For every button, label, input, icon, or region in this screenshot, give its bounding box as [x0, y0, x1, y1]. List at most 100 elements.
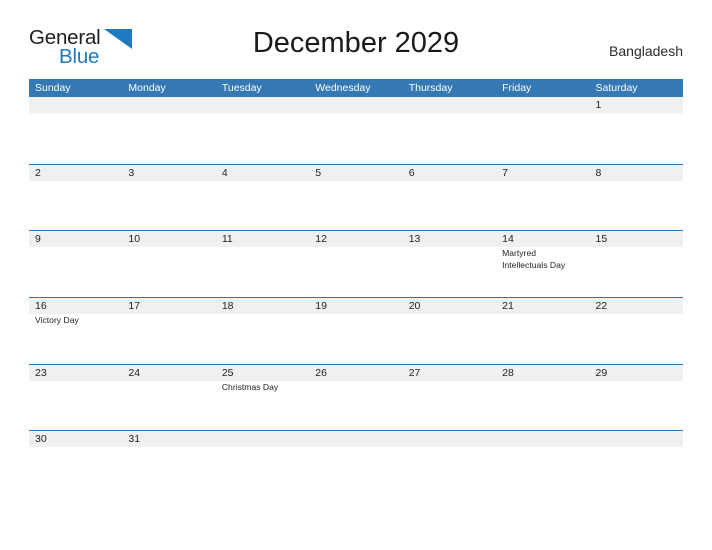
calendar-day-cell[interactable] — [122, 97, 215, 164]
day-number: 9 — [35, 233, 41, 246]
calendar-day-cell[interactable] — [216, 431, 309, 497]
calendar-week-row: 9 10 11 12 13 14 Martyred Intellectuals Day 15 — [29, 230, 683, 297]
calendar-day-cell[interactable]: 21 — [496, 298, 589, 364]
calendar-day-cell[interactable]: 1 — [590, 97, 683, 164]
calendar-day-cell[interactable]: 10 — [122, 231, 215, 297]
day-events — [315, 181, 402, 182]
day-number: 22 — [595, 300, 608, 313]
calendar-day-cell[interactable]: 31 — [122, 431, 215, 497]
day-number: 11 — [221, 233, 233, 246]
calendar-day-cell[interactable]: 6 — [403, 165, 496, 231]
calendar-week-row: 16 Victory Day 17 18 19 20 21 22 — [29, 297, 683, 364]
calendar-day-cell[interactable]: 17 — [122, 298, 215, 364]
calendar-day-cell[interactable]: 19 — [309, 298, 402, 364]
calendar-day-cell[interactable]: 3 — [122, 165, 215, 231]
calendar-day-cell[interactable]: 30 — [29, 431, 122, 497]
calendar-day-cell[interactable] — [216, 97, 309, 164]
calendar-day-cell[interactable]: 28 — [496, 365, 589, 431]
calendar-week-cells: 23 24 25 Christmas Day 26 27 28 29 — [29, 365, 683, 431]
calendar-day-cell[interactable] — [403, 431, 496, 497]
day-number: 14 — [502, 233, 514, 246]
calendar-day-cell[interactable] — [309, 97, 402, 164]
calendar-weeks: 1 2 3 4 5 6 7 8 9 10 11 12 13 14 Martyred Intellectual… — [29, 97, 683, 497]
day-number: 28 — [502, 366, 514, 379]
calendar-day-cell[interactable]: 5 — [309, 165, 402, 231]
calendar-day-cell[interactable]: 7 — [496, 165, 589, 231]
day-events — [222, 247, 309, 248]
day-events — [35, 447, 122, 448]
calendar-day-cell[interactable] — [590, 431, 683, 497]
day-events: Christmas Day — [222, 381, 309, 393]
day-events — [596, 247, 683, 248]
calendar-day-cell[interactable]: 11 — [216, 231, 309, 297]
day-events — [35, 97, 122, 98]
calendar-day-cell[interactable]: 12 — [309, 231, 402, 297]
day-events — [409, 381, 496, 382]
day-number: 27 — [408, 366, 421, 379]
day-number: 19 — [315, 300, 327, 313]
day-events — [128, 447, 215, 448]
calendar-day-cell[interactable]: 18 — [216, 298, 309, 364]
calendar-day-cell[interactable]: 24 — [122, 365, 215, 431]
day-events — [502, 431, 589, 432]
calendar-day-cell[interactable]: 16 Victory Day — [29, 298, 122, 364]
calendar-day-cell[interactable] — [403, 97, 496, 164]
calendar-week-row: 2 3 4 5 6 7 8 — [29, 163, 683, 231]
day-events — [315, 247, 402, 248]
calendar-week-cells: 2 3 4 5 6 7 8 — [29, 165, 683, 231]
calendar-day-cell[interactable]: 27 — [403, 365, 496, 431]
calendar-week-cells: 1 — [29, 97, 683, 164]
calendar-day-cell[interactable]: 22 — [590, 298, 683, 364]
calendar-day-cell[interactable]: 15 — [590, 231, 683, 297]
day-events — [222, 431, 309, 432]
day-number: 15 — [595, 233, 608, 246]
calendar-day-cell[interactable]: 4 — [216, 165, 309, 231]
calendar-grid: Sunday Monday Tuesday Wednesday Thursday… — [29, 79, 683, 497]
calendar-day-cell[interactable]: 25 Christmas Day — [216, 365, 309, 431]
holiday-event-label: Victory Day — [35, 315, 79, 326]
day-number: 16 — [35, 300, 47, 313]
day-events — [35, 247, 122, 248]
calendar-week-row: 1 — [29, 97, 683, 164]
day-number: 5 — [315, 166, 322, 179]
day-number: 7 — [502, 166, 508, 179]
page-title: December 2029 — [252, 27, 460, 59]
calendar-day-cell[interactable]: 8 — [590, 165, 683, 231]
day-events — [596, 181, 683, 182]
calendar-day-cell[interactable] — [496, 97, 589, 164]
weekday-header-row: Sunday Monday Tuesday Wednesday Thursday… — [29, 79, 683, 97]
calendar-day-cell[interactable]: 14 Martyred Intellectuals Day — [496, 231, 589, 297]
calendar-day-cell[interactable]: 26 — [309, 365, 402, 431]
day-events — [315, 314, 402, 315]
day-number: 13 — [408, 233, 421, 246]
calendar-week-cells: 16 Victory Day 17 18 19 20 21 22 — [29, 298, 683, 364]
day-events — [502, 181, 589, 182]
calendar-day-cell[interactable] — [496, 431, 589, 497]
calendar-day-cell[interactable]: 29 — [590, 365, 683, 431]
day-number: 23 — [35, 366, 47, 379]
holiday-event-label: Christmas Day — [221, 381, 279, 392]
calendar-day-cell[interactable]: 20 — [403, 298, 496, 364]
day-number: 24 — [128, 366, 141, 379]
calendar-week-row: 23 24 25 Christmas Day 26 27 28 29 — [29, 363, 683, 431]
day-number: 29 — [595, 366, 608, 379]
day-events — [128, 381, 215, 382]
day-number: 30 — [35, 433, 47, 446]
day-events — [596, 431, 683, 432]
day-events — [128, 314, 215, 315]
day-events — [409, 431, 496, 432]
calendar-page: General Blue December 2029 Bangladesh Su… — [0, 0, 712, 550]
calendar-day-cell[interactable] — [309, 431, 402, 497]
day-number: 12 — [315, 233, 327, 246]
calendar-day-cell[interactable]: 9 — [29, 231, 122, 297]
calendar-day-cell[interactable] — [29, 97, 122, 164]
calendar-day-cell[interactable]: 23 — [29, 365, 122, 431]
day-number: 4 — [221, 166, 228, 179]
calendar-day-cell[interactable]: 2 — [29, 165, 122, 231]
day-events — [596, 314, 683, 315]
page-header: General Blue December 2029 Bangladesh — [29, 26, 683, 74]
day-events — [35, 181, 122, 182]
country-label: Bangladesh — [609, 43, 683, 59]
day-events — [409, 247, 496, 248]
calendar-day-cell[interactable]: 13 — [403, 231, 496, 297]
